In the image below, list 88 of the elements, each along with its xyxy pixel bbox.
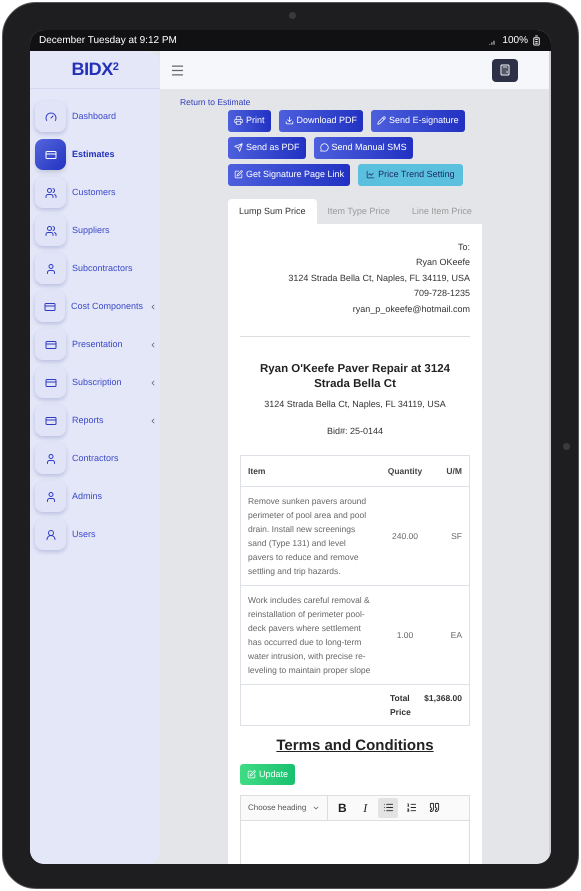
sidebar-label: Contractors bbox=[72, 452, 120, 465]
terms-heading: Terms and Conditions bbox=[275, 736, 435, 756]
edit-icon bbox=[247, 770, 256, 779]
project-title: Ryan O'Keefe Paver Repair at 3124 Strada Bella Ct bbox=[258, 362, 452, 392]
status-time: December Tuesday at 9:12 PM bbox=[39, 34, 177, 48]
heading-dropdown[interactable]: Choose heading bbox=[241, 796, 328, 820]
logo[interactable]: BIDX$^{2}$ bbox=[72, 56, 118, 83]
sidebar-label: Suppliers bbox=[72, 224, 111, 237]
column-header: U/M bbox=[445, 464, 462, 478]
table-cell-text: SF bbox=[450, 530, 462, 544]
project-address: 3124 Strada Bella Ct, Naples, FL 34119, USA bbox=[263, 398, 447, 412]
gauge-icon bbox=[44, 110, 56, 122]
card-icon bbox=[44, 338, 56, 350]
table-cell-text: 1.00 bbox=[396, 629, 414, 642]
users-icon bbox=[44, 224, 56, 236]
action-button[interactable]: Send E-signature bbox=[371, 110, 465, 132]
sidebar-item[interactable]: Suppliers bbox=[35, 215, 157, 246]
line-chart-icon bbox=[366, 170, 376, 180]
sidebar-label: Dashboard bbox=[72, 110, 118, 123]
numbered-list-icon bbox=[406, 802, 417, 814]
card-icon bbox=[44, 148, 56, 160]
download-icon bbox=[284, 116, 294, 126]
table-cell-text: 240.00 bbox=[391, 530, 419, 544]
action-button[interactable]: Download PDF bbox=[278, 110, 364, 132]
table-cell-text: EA bbox=[450, 629, 462, 642]
total-label: Total Price bbox=[390, 692, 412, 720]
card-icon bbox=[44, 300, 56, 312]
recipient-line: Ryan OKeefe bbox=[416, 256, 470, 270]
sidebar-item[interactable]: Subcontractors bbox=[35, 253, 157, 284]
action-button[interactable]: Get Signature Page Link bbox=[228, 164, 350, 186]
user-icon bbox=[44, 262, 56, 274]
pencil-icon bbox=[377, 116, 386, 126]
sidebar-label: Reports bbox=[72, 414, 105, 427]
sidebar-item[interactable]: Estimates bbox=[35, 139, 157, 170]
action-button[interactable]: Send Manual SMS bbox=[314, 136, 413, 159]
sidebar-item[interactable]: Contractors bbox=[35, 443, 157, 474]
recipient-line: 709-728-1235 bbox=[414, 287, 470, 300]
camera-lens bbox=[289, 12, 296, 19]
sidebar-label: Users bbox=[72, 528, 97, 541]
action-button[interactable]: Send as PDF bbox=[228, 136, 306, 159]
sidebar-item[interactable]: Admins bbox=[35, 481, 157, 512]
battery-icon bbox=[531, 35, 542, 46]
card-icon bbox=[44, 414, 56, 426]
recipient-line: To: bbox=[458, 240, 470, 254]
column-header: Item bbox=[248, 464, 266, 478]
chat-icon bbox=[320, 143, 329, 152]
menu-icon[interactable] bbox=[170, 62, 185, 78]
calculator-button[interactable] bbox=[492, 58, 518, 82]
format-button[interactable] bbox=[378, 798, 398, 818]
bid-number: Bid#: 25-0144 bbox=[326, 424, 384, 438]
sidebar-item[interactable]: Users bbox=[35, 519, 157, 550]
total-value: $1,368.00 bbox=[423, 692, 462, 706]
edit-icon bbox=[234, 170, 243, 180]
sidebar-label: Presentation bbox=[72, 338, 124, 351]
sidebar-label: Cost Components bbox=[70, 300, 143, 313]
return-link[interactable]: Return to Estimate bbox=[180, 96, 549, 109]
sidebar-label: Customers bbox=[72, 186, 117, 199]
battery-level: 100% bbox=[502, 34, 528, 48]
bold-button[interactable]: B bbox=[332, 798, 352, 818]
sidebar-item[interactable]: Dashboard bbox=[35, 101, 157, 132]
side-sensor bbox=[563, 443, 570, 450]
user-icon bbox=[44, 452, 56, 464]
price-tab[interactable]: Lump Sum Price bbox=[228, 198, 317, 224]
users-icon bbox=[44, 186, 56, 198]
calculator-icon bbox=[499, 64, 511, 76]
column-header: Quantity bbox=[386, 464, 424, 478]
sidebar-label: Subscription bbox=[72, 376, 123, 389]
table-cell-text: Remove sunken pavers around perimeter of pool area and pool drain. Install new screenings sand (Type 131) and level pavers to reduce and remove settling and trip hazards. bbox=[248, 495, 368, 578]
sidebar-item[interactable]: Customers bbox=[35, 177, 157, 208]
quote-icon bbox=[428, 802, 440, 814]
recipient-line: ryan_p_okeefe@hotmail.com bbox=[352, 302, 470, 316]
sidebar-label: Admins bbox=[72, 490, 104, 503]
recipient-line: 3124 Strada Bella Ct, Naples, FL 34119, USA bbox=[288, 272, 470, 285]
sidebar-item[interactable]: Presentation bbox=[35, 329, 157, 360]
action-button[interactable]: Price Trend Setting bbox=[358, 164, 463, 186]
sidebar-item[interactable]: Reports bbox=[35, 405, 157, 436]
send-icon bbox=[234, 143, 243, 152]
printer-icon bbox=[234, 116, 243, 126]
sidebar-label: Subcontractors bbox=[72, 262, 134, 275]
action-button[interactable]: Print bbox=[228, 110, 271, 132]
user-icon bbox=[44, 528, 56, 540]
sidebar-label: Estimates bbox=[72, 148, 116, 161]
sidebar-item[interactable]: Subscription bbox=[35, 367, 157, 398]
table-cell-text: Work includes careful removal & reinstallation of perimeter pool-deck pavers where settlement has occurred due to long-term water intrusion, with precise re-leveling to maintain proper slope bbox=[248, 594, 372, 678]
sidebar-item[interactable]: Cost Components bbox=[35, 291, 157, 322]
italic-button[interactable]: I bbox=[355, 798, 376, 818]
user-icon bbox=[44, 490, 56, 502]
card-icon bbox=[44, 376, 56, 388]
